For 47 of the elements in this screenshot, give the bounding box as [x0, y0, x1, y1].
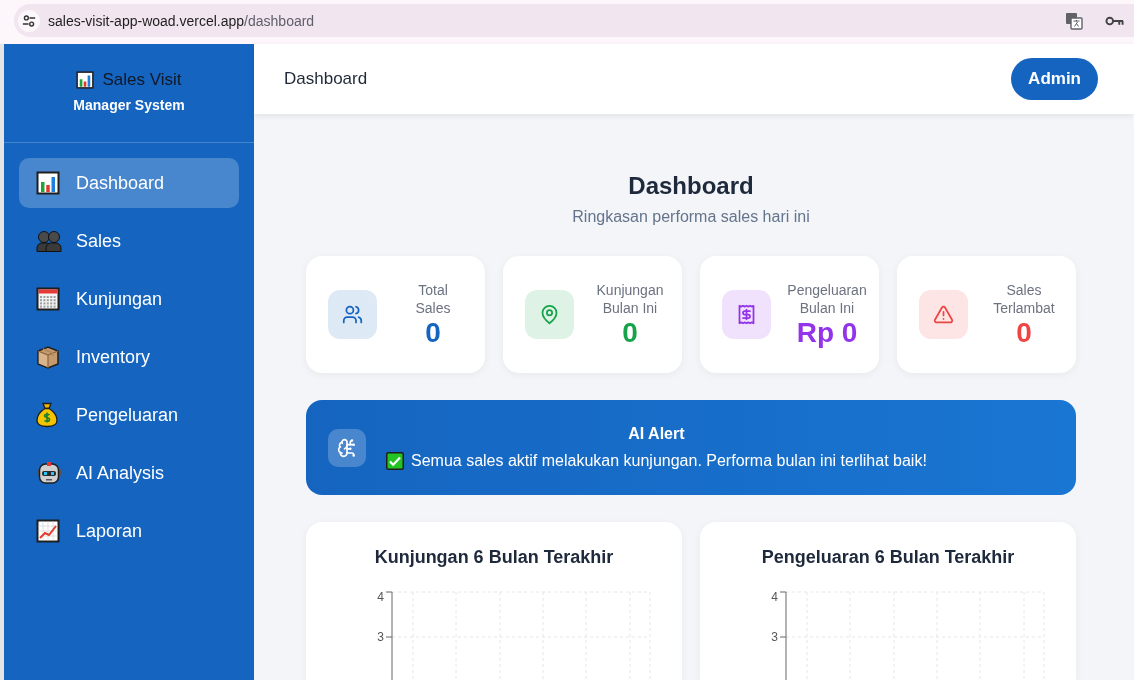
receipt-icon: [722, 290, 771, 339]
stat-label: Total Sales: [415, 280, 451, 317]
stat-value: 0: [425, 316, 441, 349]
stat-label: Pengeluaran Bulan Ini: [787, 280, 867, 317]
translate-icon[interactable]: [1065, 11, 1083, 30]
users-icon: [328, 290, 377, 339]
site-settings-icon[interactable]: [18, 9, 40, 32]
stat-label: Kunjungan Bulan Ini: [596, 280, 664, 317]
sidebar-item[interactable]: Kunjungan: [19, 274, 239, 324]
chart-title: Kunjungan 6 Bulan Terakhir: [374, 546, 614, 568]
page-title: Dashboard: [628, 171, 754, 201]
logo-subtitle: Manager System: [73, 97, 185, 113]
page-subtitle: Ringkasan performa sales hari ini: [572, 207, 810, 227]
map-pin-icon: [525, 290, 574, 339]
stat-value: 0: [622, 316, 638, 349]
check-icon: [386, 451, 404, 470]
header-title: Dashboard: [284, 69, 368, 89]
stat-value: 0: [1016, 316, 1032, 349]
alert-message: Semua sales aktif melakukan kunjungan. Performa bulan ini terlihat baik!: [411, 450, 927, 471]
sidebar-item[interactable]: Inventory: [19, 332, 239, 382]
calendar-icon: [36, 287, 60, 311]
chart-title: Pengeluaran 6 Bulan Terakhir: [761, 546, 1015, 568]
stat-value: Rp 0: [796, 316, 858, 349]
user-button[interactable]: Admin: [1011, 58, 1098, 100]
box-icon: [36, 345, 60, 369]
line-chart-icon: [36, 519, 60, 543]
axis-tick-label: 3: [771, 630, 778, 644]
key-icon[interactable]: [1105, 15, 1124, 26]
sidebar-item[interactable]: Sales: [19, 216, 239, 266]
people-icon: [36, 230, 62, 252]
sidebar-item[interactable]: Laporan: [19, 506, 239, 556]
bar-chart-icon: [36, 171, 60, 195]
axis-tick-label: 4: [377, 590, 384, 604]
bar-chart-icon: [76, 71, 95, 89]
alert-title: AI Alert: [628, 423, 685, 444]
robot-icon: [36, 461, 62, 485]
warning-icon: [919, 290, 968, 339]
sidebar-item[interactable]: AI Analysis: [19, 448, 239, 498]
brain-icon: [328, 428, 366, 467]
sidebar-item[interactable]: Pengeluaran: [19, 390, 239, 440]
axis-tick-label: 4: [771, 590, 778, 604]
url-text[interactable]: sales-visit-app-woad.vercel.app/dashboard: [48, 12, 315, 29]
sidebar-item[interactable]: Dashboard: [19, 158, 239, 208]
money-bag-icon: [36, 402, 58, 428]
stat-label: Sales Terlambat: [993, 280, 1055, 317]
logo-title: Sales Visit: [102, 69, 182, 91]
axis-tick-label: 3: [377, 630, 384, 644]
